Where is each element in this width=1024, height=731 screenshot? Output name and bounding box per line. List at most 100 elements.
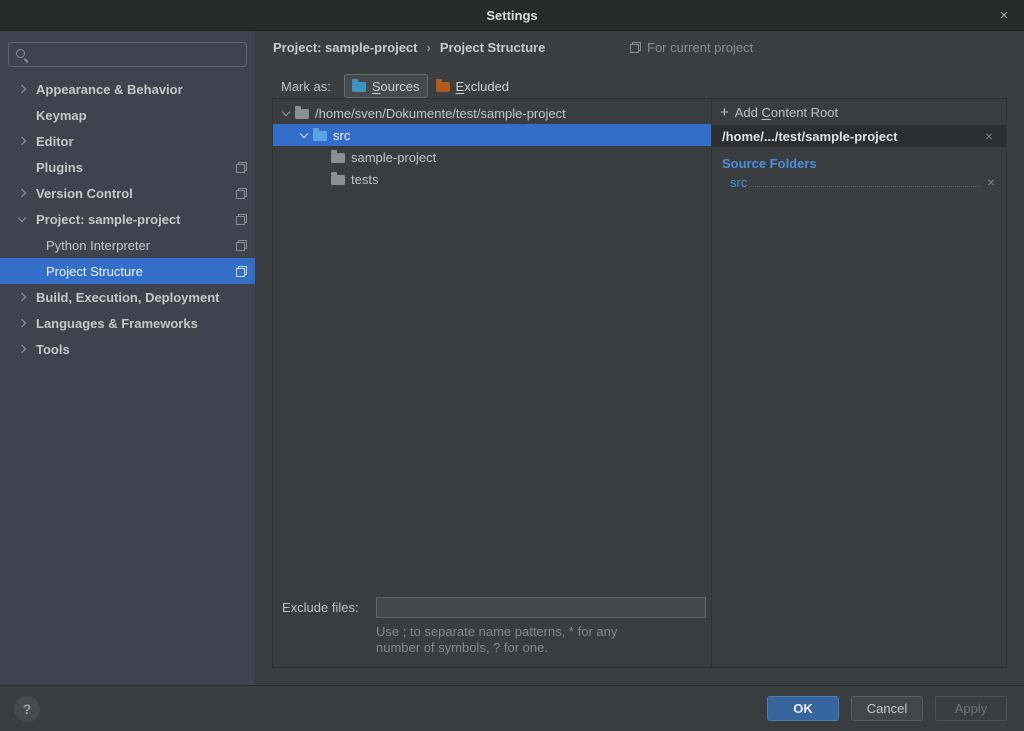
content-root-path: /home/.../test/sample-project	[722, 129, 982, 144]
add-content-root-pre: Add	[735, 105, 762, 120]
sources-mnemonic: S	[372, 79, 381, 94]
chevron-placeholder	[27, 240, 37, 250]
hint-line: Use ; to separate name patterns, * for a…	[376, 624, 716, 640]
current-project-icon	[236, 214, 247, 225]
sidebar-item-build-execution-deployment[interactable]: Build, Execution, Deployment	[0, 284, 255, 310]
remove-source-folder-icon[interactable]: ×	[984, 175, 998, 189]
help-button[interactable]: ?	[14, 696, 40, 722]
chevron-down-icon[interactable]	[281, 108, 291, 118]
sidebar-item-label: Tools	[36, 342, 70, 357]
content-roots-panel: + Add Content Root /home/.../test/sample…	[712, 98, 1007, 668]
chevron-placeholder	[17, 162, 27, 172]
sidebar-item-python-interpreter[interactable]: Python Interpreter	[0, 232, 255, 258]
exclude-files-hint: Use ; to separate name patterns, * for a…	[376, 624, 716, 656]
sidebar-item-label: Languages & Frameworks	[36, 316, 198, 331]
search-input[interactable]	[34, 47, 240, 62]
sidebar-item-label: Plugins	[36, 160, 83, 175]
sidebar-item-label: Build, Execution, Deployment	[36, 290, 219, 305]
directory-tree: /home/sven/Dokumente/test/sample-project…	[273, 99, 711, 190]
source-folders-title: Source Folders	[712, 147, 1006, 175]
current-project-icon	[236, 240, 247, 251]
current-project-icon	[236, 188, 247, 199]
current-project-icon	[236, 266, 247, 277]
hint-line: number of symbols, ? for one.	[376, 640, 716, 656]
sidebar-item-plugins[interactable]: Plugins	[0, 154, 255, 180]
settings-sidebar: Appearance & Behavior Keymap Editor Plug…	[0, 31, 255, 685]
add-content-root-button[interactable]: + Add Content Root	[712, 99, 1006, 125]
cancel-button[interactable]: Cancel	[851, 696, 923, 721]
exclude-files-section: Exclude files: Use ; to separate name pa…	[273, 597, 711, 661]
folder-icon	[331, 153, 345, 163]
ok-button[interactable]: OK	[767, 696, 839, 721]
tree-row-label: sample-project	[351, 150, 436, 165]
folder-icon	[331, 175, 345, 185]
breadcrumb-project: Project: sample-project	[273, 40, 418, 55]
sidebar-item-label: Python Interpreter	[46, 238, 150, 253]
tree-row-sample-project[interactable]: sample-project	[273, 146, 711, 168]
chevron-right-icon[interactable]	[17, 136, 27, 146]
sidebar-item-label: Keymap	[36, 108, 87, 123]
sources-folder-icon	[352, 82, 366, 92]
add-content-root-label: ontent Root	[771, 105, 838, 120]
dotted-leader	[749, 186, 979, 187]
close-icon[interactable]: ×	[992, 0, 1016, 30]
current-project-icon	[236, 162, 247, 173]
tree-row-tests[interactable]: tests	[273, 168, 711, 190]
remove-content-root-icon[interactable]: ×	[982, 129, 996, 143]
source-folder-name[interactable]: src	[730, 175, 747, 190]
add-content-root-mnemonic: C	[762, 105, 771, 120]
breadcrumb: Project: sample-project › Project Struct…	[273, 40, 545, 55]
mark-as-label: Mark as:	[281, 79, 331, 94]
search-icon	[15, 48, 29, 62]
chevron-right-icon[interactable]	[17, 188, 27, 198]
excluded-folder-icon	[436, 82, 450, 92]
chevron-placeholder	[17, 110, 27, 120]
sidebar-item-project-structure[interactable]: Project Structure	[0, 258, 255, 284]
folder-icon	[295, 109, 309, 119]
sidebar-item-project-sample-project[interactable]: Project: sample-project	[0, 206, 255, 232]
sidebar-item-label: Appearance & Behavior	[36, 82, 183, 97]
apply-button[interactable]: Apply	[935, 696, 1007, 721]
settings-dialog: Settings × Appearance & Behavior Keymap …	[0, 0, 1024, 731]
tree-row-src[interactable]: src	[273, 124, 711, 146]
content-root-row[interactable]: /home/.../test/sample-project ×	[712, 125, 1006, 147]
sidebar-item-label: Editor	[36, 134, 74, 149]
title-bar: Settings ×	[0, 0, 1024, 31]
tree-row-label: tests	[351, 172, 378, 187]
source-folder-row[interactable]: src ×	[712, 175, 1006, 193]
context-note-label: For current project	[647, 40, 753, 55]
sidebar-item-label: Project: sample-project	[36, 212, 181, 227]
chevron-right-icon[interactable]	[17, 344, 27, 354]
settings-search-box[interactable]	[8, 42, 247, 67]
tree-row-content-root[interactable]: /home/sven/Dokumente/test/sample-project	[273, 102, 711, 124]
current-project-icon	[630, 42, 641, 53]
sidebar-item-tools[interactable]: Tools	[0, 336, 255, 362]
excluded-label: xcluded	[464, 79, 509, 94]
chevron-down-icon[interactable]	[17, 214, 27, 224]
sidebar-item-label: Version Control	[36, 186, 133, 201]
breadcrumb-page: Project Structure	[440, 40, 545, 55]
mark-excluded-button[interactable]: Excluded	[428, 74, 517, 98]
for-current-project-note: For current project	[630, 40, 753, 55]
sources-label: ources	[381, 79, 420, 94]
sidebar-item-editor[interactable]: Editor	[0, 128, 255, 154]
sidebar-item-version-control[interactable]: Version Control	[0, 180, 255, 206]
sidebar-item-keymap[interactable]: Keymap	[0, 102, 255, 128]
sidebar-nav: Appearance & Behavior Keymap Editor Plug…	[0, 76, 255, 362]
source-folder-icon	[313, 131, 327, 141]
tree-row-label: src	[333, 128, 350, 143]
mark-sources-button[interactable]: Sources	[344, 74, 428, 98]
sidebar-item-languages-frameworks[interactable]: Languages & Frameworks	[0, 310, 255, 336]
chevron-right-icon[interactable]	[17, 84, 27, 94]
main-content: Project: sample-project › Project Struct…	[255, 31, 1024, 685]
dialog-title: Settings	[486, 8, 537, 23]
sidebar-item-appearance-behavior[interactable]: Appearance & Behavior	[0, 76, 255, 102]
chevron-down-icon[interactable]	[299, 130, 309, 140]
exclude-files-input[interactable]	[376, 597, 706, 618]
mark-as-toolbar: Mark as: Sources Excluded	[281, 74, 517, 98]
chevron-right-icon[interactable]	[17, 318, 27, 328]
directory-tree-panel: /home/sven/Dokumente/test/sample-project…	[272, 98, 712, 668]
chevron-right-icon[interactable]	[17, 292, 27, 302]
exclude-files-label: Exclude files:	[282, 600, 359, 615]
plus-icon: +	[720, 105, 729, 120]
